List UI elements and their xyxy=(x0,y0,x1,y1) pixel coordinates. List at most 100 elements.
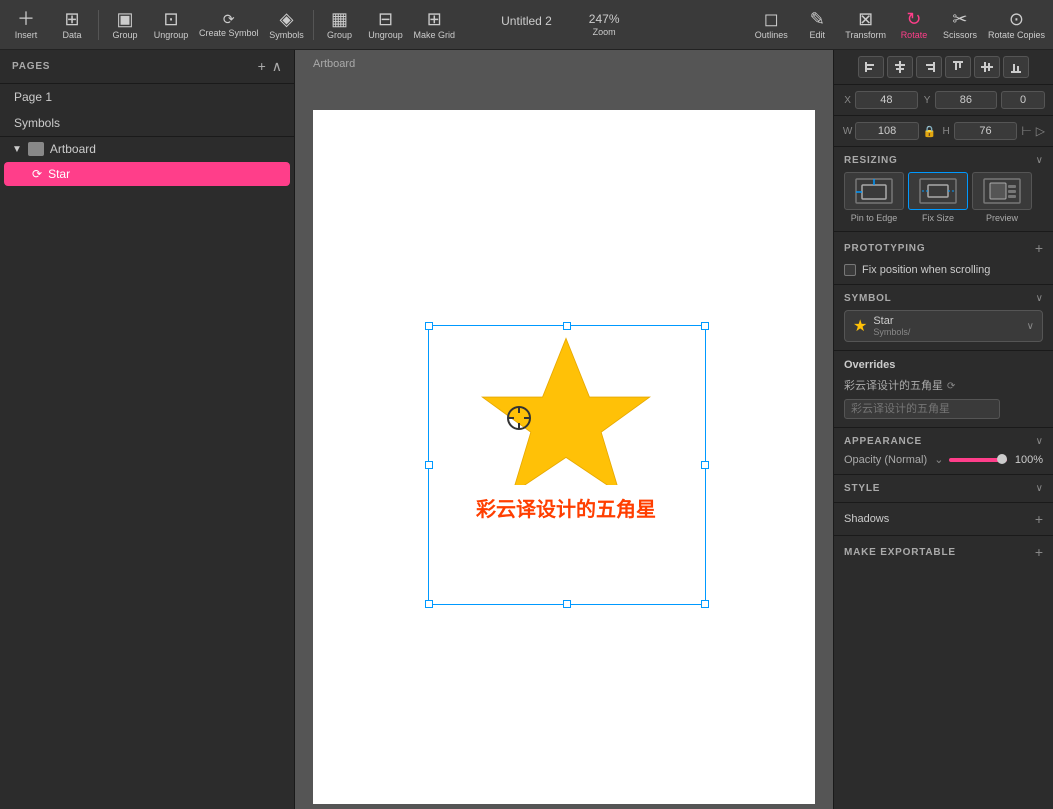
resizing-chevron: ∨ xyxy=(1036,155,1043,166)
symbol-dropdown-chevron: ∨ xyxy=(1027,321,1034,332)
fix-position-checkbox[interactable] xyxy=(844,264,856,276)
appearance-section: APPEARANCE ∨ Opacity (Normal) ⌄ 100% xyxy=(834,428,1053,475)
divider-1 xyxy=(98,10,99,40)
w-label: W xyxy=(842,126,853,137)
symbol-star-icon: ★ xyxy=(853,316,867,336)
make-grid-tool[interactable]: ⊞ Make Grid xyxy=(410,3,460,47)
resizing-header[interactable]: RESIZING ∨ xyxy=(844,155,1043,166)
opacity-slider[interactable] xyxy=(949,458,1007,462)
outlines-icon: ◻ xyxy=(764,10,779,28)
opacity-dropdown-icon[interactable]: ⌄ xyxy=(934,454,943,466)
shadows-header[interactable]: Shadows + xyxy=(844,511,1043,527)
pages-controls: + ∧ xyxy=(258,58,282,75)
prototyping-header[interactable]: PROTOTYPING + xyxy=(844,240,1043,256)
shadows-add-button[interactable]: + xyxy=(1035,511,1043,527)
align-center-h-button[interactable] xyxy=(887,56,913,78)
opacity-label: Opacity (Normal) ⌄ xyxy=(844,453,943,466)
star-layer-label: Star xyxy=(48,167,70,181)
export-header[interactable]: MAKE EXPORTABLE + xyxy=(844,544,1043,560)
export-add-button[interactable]: + xyxy=(1035,544,1043,560)
pages-label: PAGES xyxy=(12,61,50,72)
zoom-tool[interactable]: 247% Zoom xyxy=(582,3,626,47)
left-panel: PAGES + ∧ Page 1 Symbols ▼ Artboard ⟳ St… xyxy=(0,50,295,809)
align-bottom-button[interactable] xyxy=(1003,56,1029,78)
prototyping-add-button[interactable]: + xyxy=(1035,240,1043,256)
symbol-dropdown[interactable]: ★ Star Symbols/ ∨ xyxy=(844,310,1043,342)
override-input[interactable] xyxy=(844,399,1000,419)
transform-label: Transform xyxy=(845,30,886,40)
rotate-copies-tool[interactable]: ⊙ Rotate Copies xyxy=(984,3,1049,47)
appearance-header[interactable]: APPEARANCE ∨ xyxy=(844,436,1043,447)
group-tool[interactable]: ▣ Group xyxy=(103,3,147,47)
pin-to-edge-button[interactable]: Pin to Edge xyxy=(844,172,904,223)
handle-bottom-left[interactable] xyxy=(425,600,433,608)
edit-tool[interactable]: ✎ Edit xyxy=(795,3,839,47)
ungroup-tool[interactable]: ⊡ Ungroup xyxy=(149,3,193,47)
data-tool[interactable]: ⊞ Data xyxy=(50,3,94,47)
flip-v-button[interactable]: ▷ xyxy=(1036,124,1045,138)
rotate-tool[interactable]: ↻ Rotate xyxy=(892,3,936,47)
prototyping-title: PROTOTYPING xyxy=(844,243,925,254)
handle-mid-right[interactable] xyxy=(701,461,709,469)
wh-fields-row: W 🔒 H ⊢ ▷ xyxy=(834,116,1053,147)
x-field-group: X xyxy=(842,91,918,109)
handle-top-left[interactable] xyxy=(425,322,433,330)
symbol-info: Star Symbols/ xyxy=(873,315,1020,337)
group-tool2[interactable]: ▦ Group xyxy=(318,3,362,47)
w-input[interactable] xyxy=(855,122,919,140)
preview-label: Preview xyxy=(986,213,1018,223)
rotate-copies-icon: ⊙ xyxy=(1009,10,1024,28)
flip-h-button[interactable]: ⊢ xyxy=(1021,124,1031,138)
style-chevron: ∨ xyxy=(1036,483,1043,494)
make-grid-icon: ⊞ xyxy=(427,10,442,28)
override-sync-icon[interactable]: ⟳ xyxy=(947,381,955,392)
add-page-button[interactable]: + xyxy=(258,58,266,75)
symbol-header[interactable]: SYMBOL ∨ xyxy=(844,293,1043,304)
fix-size-button[interactable]: Fix Size xyxy=(908,172,968,223)
handle-top-mid[interactable] xyxy=(563,322,571,330)
align-right-button[interactable] xyxy=(916,56,942,78)
collapse-pages-button[interactable]: ∧ xyxy=(272,58,282,75)
group2-label: Group xyxy=(327,30,352,40)
symbols-page-item[interactable]: Symbols xyxy=(0,110,294,136)
star-container[interactable]: 彩云译设计的五角星 xyxy=(431,330,701,522)
handle-top-right[interactable] xyxy=(701,322,709,330)
symbols-tool[interactable]: ◈ Symbols xyxy=(265,3,309,47)
opacity-value: 100% xyxy=(1013,454,1043,466)
zoom-icon: 247% xyxy=(589,13,620,25)
scissors-label: Scissors xyxy=(943,30,977,40)
align-center-v-button[interactable] xyxy=(974,56,1000,78)
align-left-button[interactable] xyxy=(858,56,884,78)
page-1-item[interactable]: Page 1 xyxy=(0,84,294,110)
overrides-section: Overrides 彩云译设计的五角星 ⟳ xyxy=(834,351,1053,428)
scissors-tool[interactable]: ✂ Scissors xyxy=(938,3,982,47)
y-input[interactable] xyxy=(935,91,997,109)
align-top-button[interactable] xyxy=(945,56,971,78)
preview-button[interactable]: Preview xyxy=(972,172,1032,223)
artboard-arrow[interactable]: ▼ xyxy=(12,144,22,155)
edit-label: Edit xyxy=(810,30,826,40)
ungroup-tool2[interactable]: ⊟ Ungroup xyxy=(364,3,408,47)
star-layer-item[interactable]: ⟳ Star xyxy=(4,162,290,186)
artboard-group[interactable]: ▼ Artboard xyxy=(0,137,294,161)
outlines-label: Outlines xyxy=(755,30,788,40)
lock-icon[interactable]: 🔒 xyxy=(923,125,937,138)
insert-tool[interactable]: ＋ Insert xyxy=(4,3,48,47)
deg-input[interactable] xyxy=(1001,91,1045,109)
handle-bottom-right[interactable] xyxy=(701,600,709,608)
pin-to-edge-icon xyxy=(844,172,904,210)
ungroup2-label: Ungroup xyxy=(368,30,403,40)
cursor xyxy=(506,405,532,434)
artboard[interactable]: 彩云译设计的五角星 xyxy=(313,110,815,804)
pin-to-edge-label: Pin to Edge xyxy=(851,213,898,223)
resizing-section: RESIZING ∨ Pin to Edge xyxy=(834,147,1053,232)
x-input[interactable] xyxy=(855,91,917,109)
w-field-group: W xyxy=(842,122,919,140)
style-header[interactable]: STYLE ∨ xyxy=(844,483,1043,494)
h-input[interactable] xyxy=(954,122,1018,140)
canvas-area[interactable]: Artboard xyxy=(295,50,833,809)
create-symbol-tool[interactable]: ⟳ Create Symbol xyxy=(195,3,263,47)
handle-bottom-mid[interactable] xyxy=(563,600,571,608)
transform-tool[interactable]: ⊠ Transform xyxy=(841,3,890,47)
outlines-tool[interactable]: ◻ Outlines xyxy=(749,3,793,47)
